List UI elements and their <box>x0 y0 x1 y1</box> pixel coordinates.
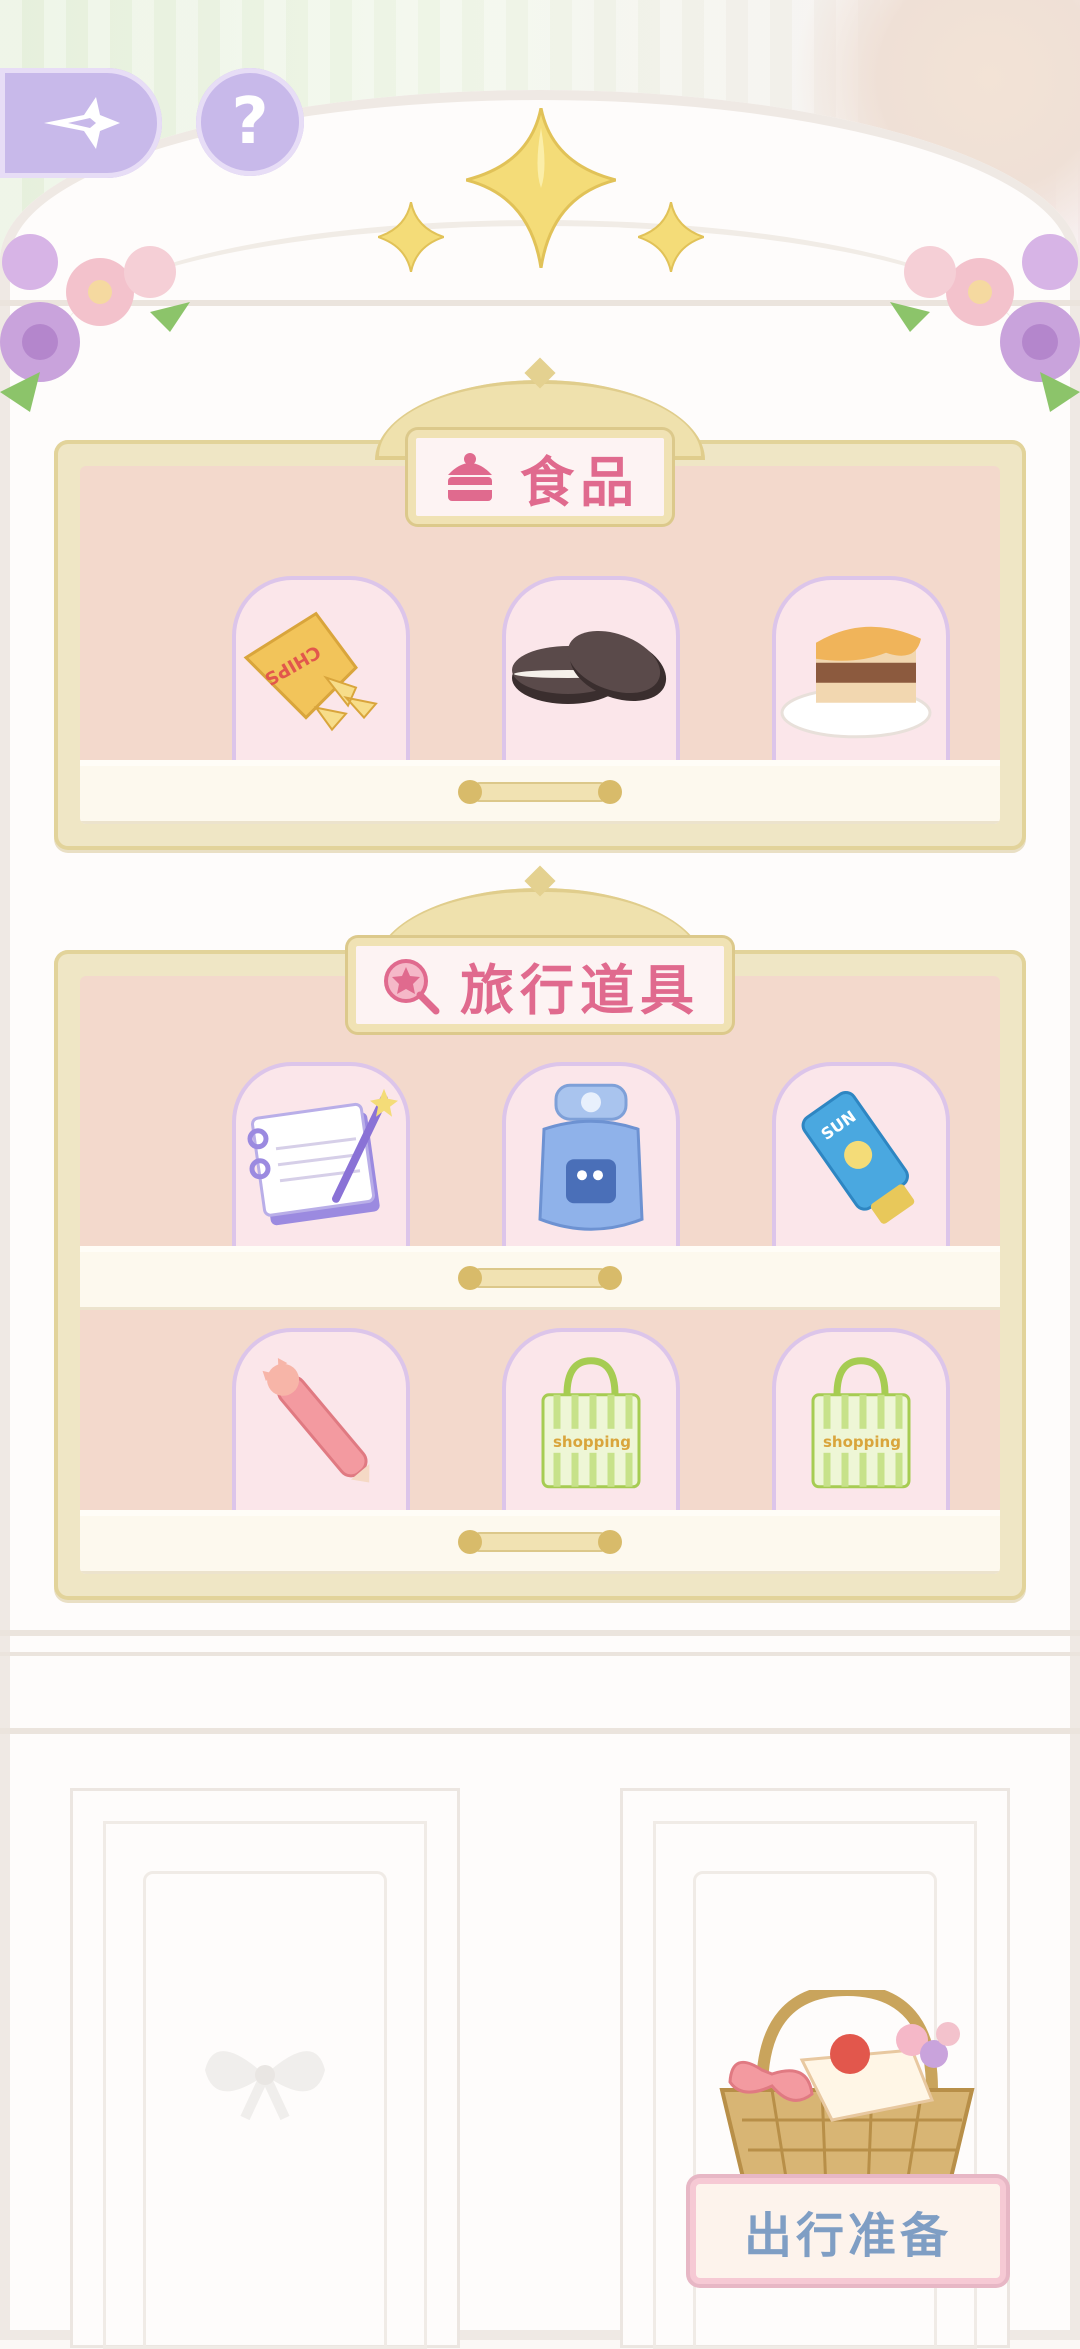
sunscreen-tube-icon: SUN <box>801 1090 915 1224</box>
food-shelf-drawer <box>80 760 1000 824</box>
travel-title-label: 旅行道具 <box>460 957 700 1022</box>
item-slot-cake[interactable] <box>772 576 950 760</box>
travel-shelf-drawer-1 <box>80 1246 1000 1310</box>
travel-prepare-label: 出行准备 <box>743 2208 952 2264</box>
travel-prepare-button[interactable]: 出行准备 <box>690 2178 1006 2284</box>
gold-star-icon <box>466 108 616 268</box>
shopping-label: shopping <box>553 1433 631 1451</box>
item-slot-bag-1[interactable]: shopping <box>502 1328 680 1512</box>
item-slot-notebook[interactable] <box>232 1062 410 1246</box>
picnic-basket-icon <box>719 1990 975 2192</box>
food-title: 食品 <box>375 357 705 524</box>
magnifier-star-icon <box>384 959 440 1015</box>
drawer-handle[interactable] <box>458 780 622 804</box>
shopping-label: shopping <box>823 1433 901 1451</box>
cabinet-counter-line-2 <box>0 1652 1080 1656</box>
cat-pen-icon <box>262 1358 370 1483</box>
food-title-plaque: 食品 <box>408 430 672 524</box>
bow-emblem-icon <box>205 2051 325 2120</box>
food-shelf: CHIPS 食品 <box>54 357 1026 850</box>
cake-icon <box>448 453 492 501</box>
travel-shelf-drawer-2 <box>80 1510 1000 1574</box>
chips-bag-icon: CHIPS <box>243 611 378 732</box>
tiramisu-cake-icon <box>780 626 932 739</box>
cabinet-base-line <box>0 1728 1080 1734</box>
cabinet-counter-line <box>0 1630 1080 1636</box>
item-slot-chips[interactable]: CHIPS <box>232 576 410 760</box>
drawer-handle[interactable] <box>458 1530 622 1554</box>
star-arrow-back-icon <box>44 97 120 149</box>
travel-title: 旅行道具 <box>348 865 732 1032</box>
flower-decoration-icon <box>890 234 1080 412</box>
item-slot-bottle[interactable] <box>502 1062 680 1246</box>
sandwich-cookies-icon <box>512 630 667 704</box>
travel-shelf-interior: SUN shopping shopping <box>80 976 1000 1574</box>
food-title-label: 食品 <box>520 449 640 514</box>
item-slot-sunscreen[interactable]: SUN <box>772 1062 950 1246</box>
notebook-pen-icon <box>247 1088 398 1226</box>
travel-shelf: SUN shopping shopping 旅行道具 <box>54 865 1026 1600</box>
shopping-bag-icon: shopping <box>541 1357 641 1489</box>
help-button[interactable]: ? <box>196 68 304 176</box>
item-slot-bag-2[interactable]: shopping <box>772 1328 950 1512</box>
travel-title-plaque: 旅行道具 <box>348 938 732 1032</box>
flower-decoration-icon <box>0 234 190 412</box>
item-slot-pen[interactable] <box>232 1328 410 1512</box>
help-label: ? <box>231 85 269 159</box>
shopping-bag-icon: shopping <box>811 1357 911 1489</box>
water-bottle-icon <box>538 1083 644 1231</box>
back-button[interactable] <box>0 68 162 178</box>
drawer-handle[interactable] <box>458 1266 622 1290</box>
small-star-icon <box>638 202 704 272</box>
small-star-icon <box>378 202 444 272</box>
item-slot-cookies[interactable] <box>502 576 680 760</box>
